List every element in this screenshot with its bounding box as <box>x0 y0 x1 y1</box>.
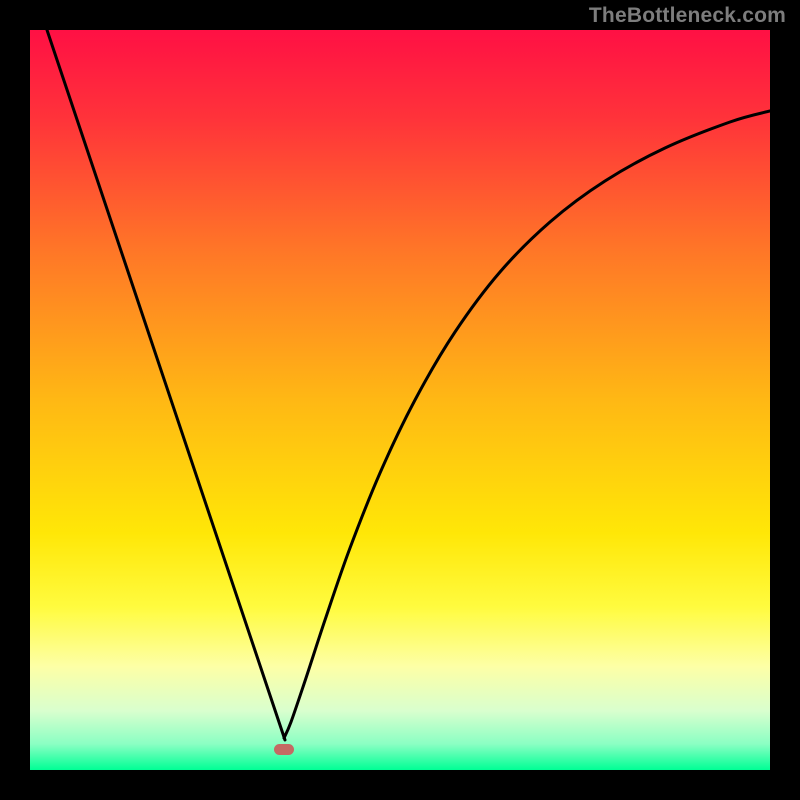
bottleneck-curve <box>30 30 770 770</box>
chart-frame: TheBottleneck.com <box>0 0 800 800</box>
watermark-label: TheBottleneck.com <box>589 4 786 28</box>
curve-left-branch <box>47 30 285 740</box>
optimal-point-marker <box>274 744 294 755</box>
curve-right-branch <box>284 111 770 738</box>
plot-area <box>30 30 770 770</box>
